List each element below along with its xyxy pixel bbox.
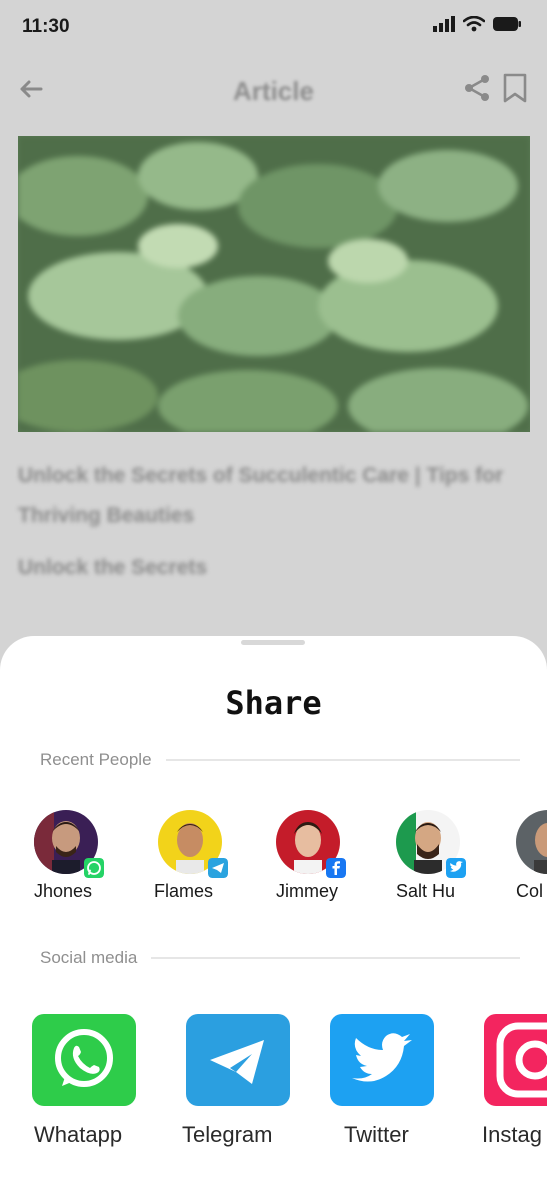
twitter-badge-icon	[446, 858, 466, 878]
share-twitter-button[interactable]	[330, 1014, 434, 1106]
instagram-icon	[484, 1014, 547, 1106]
app-label-twitter: Twitter	[344, 1122, 409, 1147]
screen: 11:30 Article Unlock the Secrets of Succ…	[0, 0, 547, 1191]
person-name: Jimmey	[276, 881, 338, 901]
status-time: 11:30	[22, 16, 70, 37]
article-headline: Unlock the Secrets of Succulentic Care |…	[18, 464, 504, 527]
bookmark-icon[interactable]	[501, 72, 529, 104]
person-name: Flames	[154, 881, 214, 901]
person-name: Jhones	[34, 881, 93, 901]
app-bar-actions	[461, 72, 529, 104]
share-instagram-button[interactable]	[484, 1014, 547, 1106]
share-whatsapp-button[interactable]	[32, 1014, 136, 1106]
app-label-instagram: Instag	[482, 1122, 542, 1147]
share-icon[interactable]	[461, 72, 493, 104]
status-bar: 11:30	[0, 0, 547, 54]
twitter-icon	[330, 1014, 434, 1106]
article-hero-image	[18, 136, 530, 432]
signal-icon	[433, 16, 455, 32]
battery-icon	[493, 17, 521, 31]
wifi-icon	[463, 16, 485, 32]
app-label-whatsapp: Whatapp	[34, 1122, 123, 1147]
avatar	[516, 810, 547, 874]
recent-people-label: Recent People	[40, 750, 152, 769]
person-name: Salt Hu	[396, 881, 456, 901]
facebook-badge-icon	[326, 858, 346, 878]
person-name: Col	[516, 881, 544, 901]
share-sheet: Share Recent People Jhones Flames Jimmey…	[0, 636, 547, 1191]
app-label-telegram: Telegram	[182, 1122, 273, 1147]
recent-people-header: Recent People	[40, 750, 520, 770]
whatsapp-badge-icon	[84, 858, 104, 878]
divider	[151, 957, 520, 959]
status-icons	[433, 16, 521, 32]
divider	[165, 759, 520, 761]
app-bar: Article	[0, 62, 547, 118]
share-telegram-button[interactable]	[186, 1014, 290, 1106]
social-media-header: Social media	[40, 948, 520, 968]
telegram-badge-icon	[208, 858, 228, 878]
sheet-drag-handle[interactable]	[241, 640, 305, 645]
social-media-label: Social media	[40, 948, 138, 967]
share-title: Share	[225, 684, 322, 722]
article-subheadline: Unlock the Secrets	[18, 556, 208, 579]
telegram-icon	[186, 1014, 290, 1106]
whatsapp-icon	[32, 1014, 136, 1106]
